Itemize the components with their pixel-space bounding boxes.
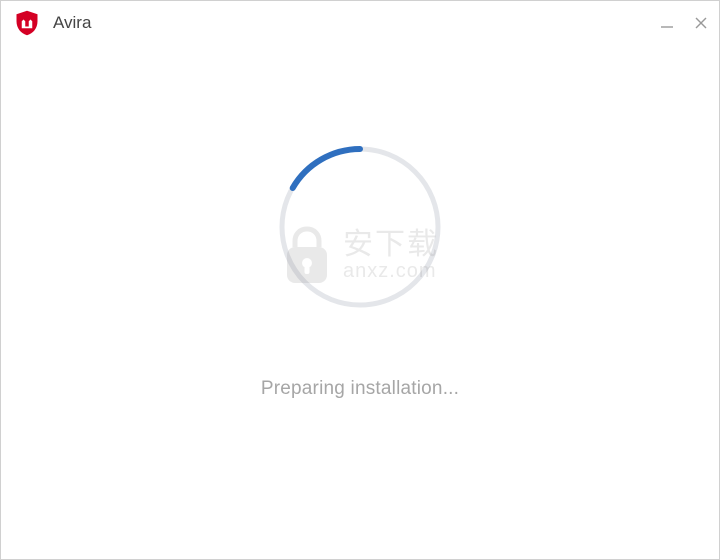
status-message: Preparing installation... — [261, 378, 459, 400]
app-title: Avira — [53, 13, 91, 33]
content-area: 安下载 anxz.com Preparing installation... — [1, 45, 719, 559]
avira-logo-icon — [13, 9, 41, 37]
minimize-button[interactable] — [657, 13, 677, 33]
window-controls — [657, 1, 711, 45]
close-button[interactable] — [691, 13, 711, 33]
progress-spinner — [277, 144, 443, 310]
titlebar: Avira — [1, 1, 719, 45]
